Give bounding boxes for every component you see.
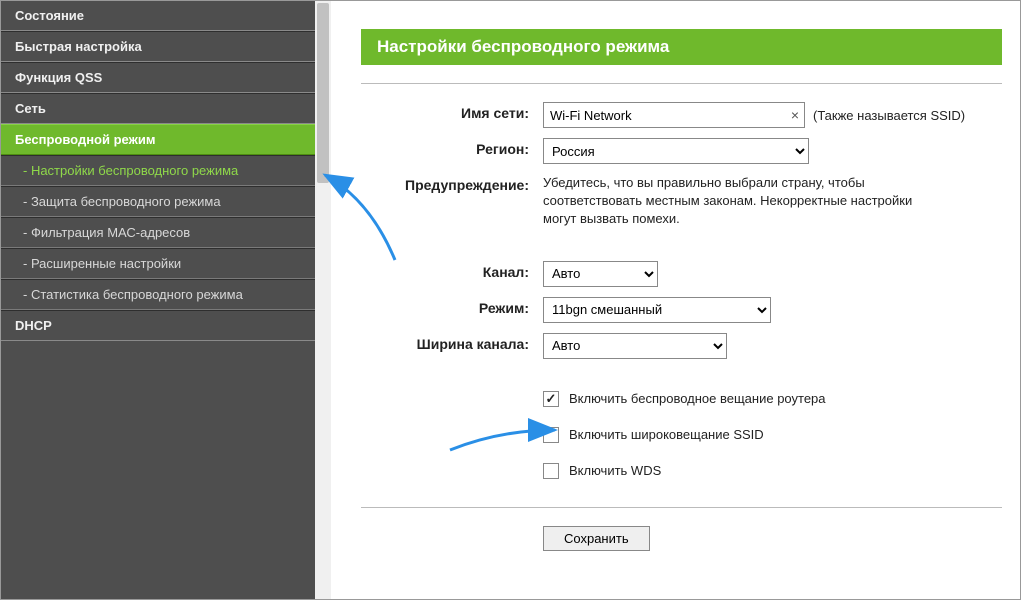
ssid-label: Имя сети: xyxy=(361,102,543,121)
sub-item-wireless-security[interactable]: - Защита беспроводного режима xyxy=(1,186,315,217)
broadcast-checkbox-label: Включить беспроводное вещание роутера xyxy=(569,391,826,406)
nav-item-status[interactable]: Состояние xyxy=(1,1,315,31)
wds-checkbox[interactable] xyxy=(543,463,559,479)
sub-item-wireless-settings[interactable]: - Настройки беспроводного режима xyxy=(1,155,315,186)
mode-select[interactable]: 11bgn смешанный xyxy=(543,297,771,323)
wds-checkbox-label: Включить WDS xyxy=(569,463,661,478)
channel-label: Канал: xyxy=(361,261,543,280)
sub-item-advanced[interactable]: - Расширенные настройки xyxy=(1,248,315,279)
sidebar: Состояние Быстрая настройка Функция QSS … xyxy=(1,1,331,599)
nav-item-dhcp[interactable]: DHCP xyxy=(1,310,315,341)
region-select[interactable]: Россия xyxy=(543,138,809,164)
mode-label: Режим: xyxy=(361,297,543,316)
warning-text: Убедитесь, что вы правильно выбрали стра… xyxy=(543,174,923,229)
divider xyxy=(361,507,1002,508)
scroll-thumb[interactable] xyxy=(317,3,329,183)
broadcast-checkbox[interactable] xyxy=(543,391,559,407)
nav-item-wireless[interactable]: Беспроводной режим xyxy=(1,124,315,155)
app-window: Состояние Быстрая настройка Функция QSS … xyxy=(0,0,1021,600)
width-label: Ширина канала: xyxy=(361,333,543,352)
region-label: Регион: xyxy=(361,138,543,157)
ssid-hint: (Также называется SSID) xyxy=(813,108,965,123)
sub-item-mac-filter[interactable]: - Фильтрация МАС-адресов xyxy=(1,217,315,248)
nav-item-network[interactable]: Сеть xyxy=(1,93,315,124)
ssid-broadcast-checkbox[interactable] xyxy=(543,427,559,443)
ssid-input[interactable] xyxy=(543,102,805,128)
save-button[interactable]: Сохранить xyxy=(543,526,650,551)
sidebar-scrollbar[interactable]: ▴ xyxy=(315,1,331,599)
channel-select[interactable]: Авто xyxy=(543,261,658,287)
warning-label: Предупреждение: xyxy=(361,174,543,193)
clear-input-icon[interactable]: × xyxy=(791,106,799,124)
nav-item-quick-setup[interactable]: Быстрая настройка xyxy=(1,31,315,62)
page-title: Настройки беспроводного режима xyxy=(361,29,1002,65)
divider xyxy=(361,83,1002,84)
sub-item-wireless-stats[interactable]: - Статистика беспроводного режима xyxy=(1,279,315,310)
channel-width-select[interactable]: Авто xyxy=(543,333,727,359)
ssid-broadcast-checkbox-label: Включить широковещание SSID xyxy=(569,427,764,442)
content-area: Настройки беспроводного режима Имя сети:… xyxy=(331,1,1020,599)
nav-item-qss[interactable]: Функция QSS xyxy=(1,62,315,93)
